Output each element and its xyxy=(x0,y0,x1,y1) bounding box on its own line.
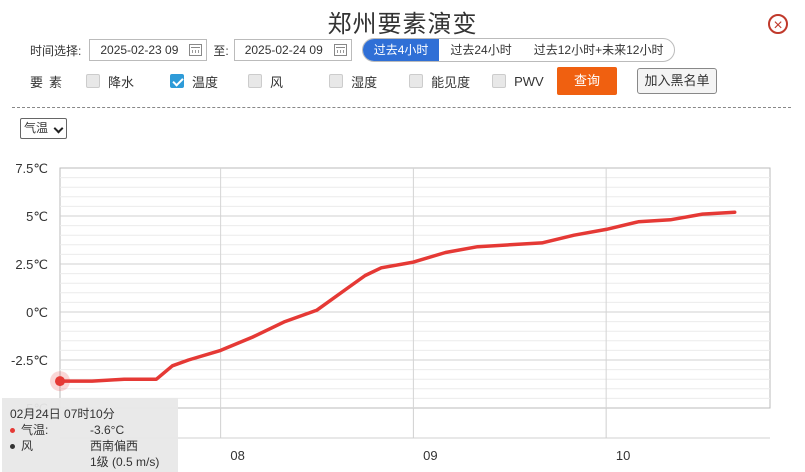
tooltip-wind-direction: 西南偏西 xyxy=(90,439,139,453)
chart-tooltip: 02月24日 07时10分 气温: -3.6°C 风 西南偏西 1级 (0.5 … xyxy=(2,398,178,472)
tooltip-time: 02月24日 07时10分 xyxy=(10,407,115,421)
x-tick-label: 10 xyxy=(616,448,630,463)
y-tick-label: 0℃ xyxy=(26,305,48,320)
tooltip-wind-level: 1级 (0.5 m/s) xyxy=(90,455,160,469)
y-tick-label: 2.5℃ xyxy=(15,257,48,272)
y-tick-label: 7.5℃ xyxy=(15,161,48,176)
tooltip-temp-label: 气温: xyxy=(21,423,49,437)
data-point xyxy=(55,376,65,387)
y-tick-label: -2.5℃ xyxy=(11,353,48,368)
x-tick-label: 09 xyxy=(423,448,437,463)
x-tick-label: 08 xyxy=(230,448,244,463)
tooltip-wind-label: 风 xyxy=(21,439,34,453)
wind-dot-icon xyxy=(10,443,15,449)
tooltip-temp-value: -3.6°C xyxy=(90,423,125,437)
y-tick-label: 5℃ xyxy=(26,209,48,224)
temperature-dot-icon xyxy=(10,427,15,433)
